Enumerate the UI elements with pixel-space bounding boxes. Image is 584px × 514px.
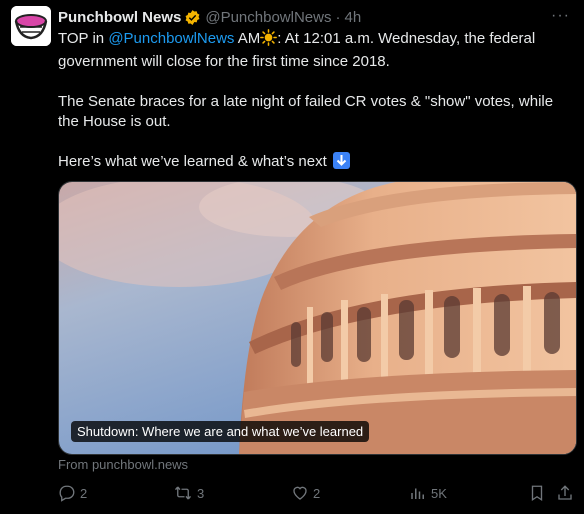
- views-button[interactable]: 5K: [409, 484, 447, 502]
- verified-icon: [184, 9, 201, 26]
- author-handle[interactable]: @PunchbowlNews: [205, 9, 331, 26]
- like-count: 2: [313, 485, 321, 501]
- bookmark-icon: [528, 484, 546, 502]
- repost-count: 3: [197, 485, 205, 501]
- post-header: Punchbowl News @PunchbowlNews · 4h: [58, 6, 584, 28]
- reply-button[interactable]: 2: [58, 484, 87, 502]
- share-icon: [556, 484, 574, 502]
- post-text: TOP in @PunchbowlNews AM: At 12:01 a.m. …: [58, 29, 568, 172]
- views-icon: [409, 484, 427, 502]
- card-caption: Shutdown: Where we are and what we’ve le…: [71, 421, 370, 442]
- text-paragraph-2: The Senate braces for a late night of fa…: [58, 93, 554, 130]
- text-prefix: TOP in: [58, 30, 109, 47]
- card-image: [59, 182, 576, 454]
- views-count: 5K: [431, 485, 447, 501]
- more-options-button[interactable]: ···: [551, 7, 570, 25]
- reply-icon: [58, 484, 76, 502]
- like-button[interactable]: 2: [291, 484, 320, 502]
- text-mid: AM: [234, 30, 261, 47]
- separator-dot: ·: [335, 8, 341, 26]
- text-paragraph-3: Here’s what we’ve learned & what’s next: [58, 153, 327, 170]
- card-source[interactable]: From punchbowl.news: [58, 457, 188, 472]
- author-name[interactable]: Punchbowl News: [58, 9, 181, 26]
- share-button[interactable]: [556, 484, 574, 502]
- repost-icon: [173, 484, 193, 502]
- mention-link[interactable]: @PunchbowlNews: [108, 30, 234, 47]
- down-arrow-emoji-icon: [332, 152, 350, 169]
- bookmark-button[interactable]: [528, 484, 546, 502]
- action-bar: 2 3 2 5K: [58, 484, 578, 506]
- link-card[interactable]: Shutdown: Where we are and what we’ve le…: [58, 181, 577, 455]
- like-icon: [291, 484, 309, 502]
- reply-count: 2: [80, 485, 88, 501]
- repost-button[interactable]: 3: [173, 484, 204, 502]
- post-time[interactable]: 4h: [344, 9, 361, 26]
- sun-emoji-icon: [260, 29, 278, 52]
- author-avatar[interactable]: [11, 6, 51, 46]
